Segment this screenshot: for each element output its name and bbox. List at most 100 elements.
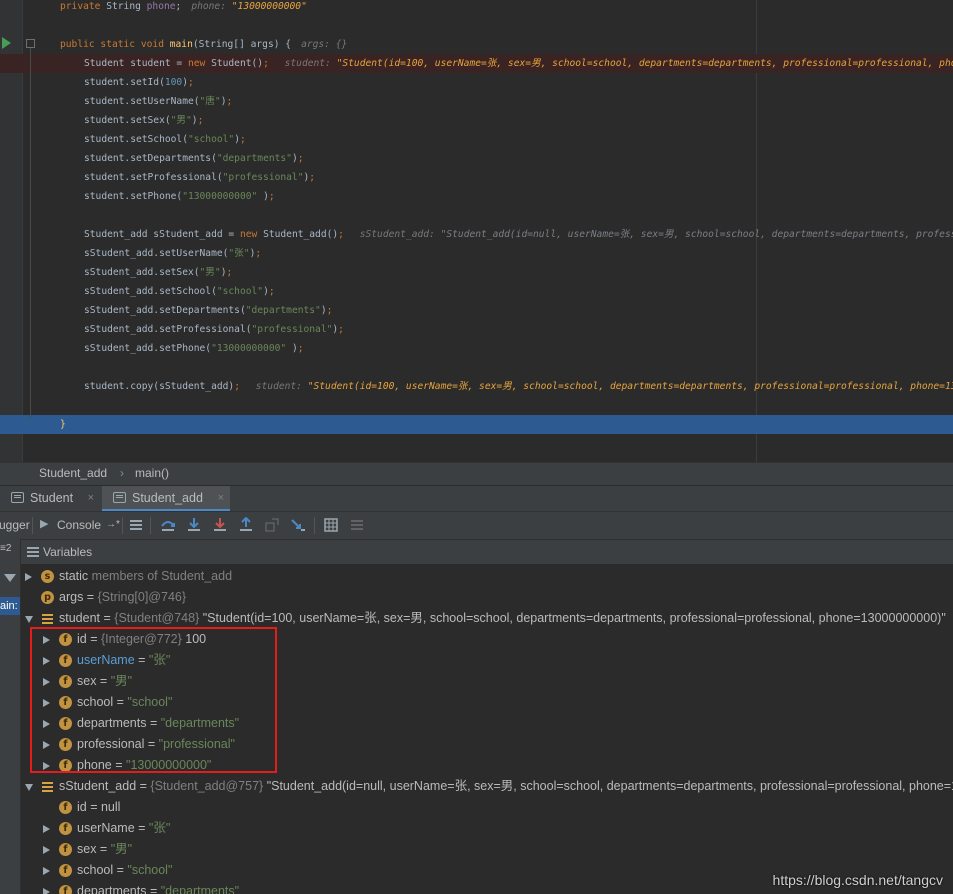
code-line[interactable]: student.setUserName("唐");	[0, 92, 953, 111]
expand-chevron-icon[interactable]	[43, 699, 50, 707]
code-line[interactable]: sStudent_add.setSex("男");	[0, 263, 953, 282]
variable-row[interactable]: f userName = "张"	[21, 818, 953, 839]
evaluate-expression-icon[interactable]	[323, 517, 339, 533]
code-line[interactable]	[0, 396, 953, 415]
expand-chevron-icon[interactable]	[43, 762, 50, 770]
step-into-icon[interactable]	[186, 517, 202, 533]
variable-row[interactable]: f phone = "13000000000"	[21, 755, 953, 776]
code-token: "13000000000"	[211, 343, 287, 354]
variable-row[interactable]: student = {Student@748} "Student(id=100,…	[21, 608, 953, 629]
console-pin-icon[interactable]: →*	[106, 519, 120, 530]
object-icon	[41, 780, 54, 793]
variable-name: id	[77, 800, 87, 814]
variable-value-part: =	[83, 590, 98, 604]
variable-row[interactable]: f userName = "张"	[21, 650, 953, 671]
variable-value-part: null	[100, 800, 121, 814]
variable-text: userName = "张"	[77, 650, 170, 671]
code-token: ;	[239, 134, 246, 145]
code-line[interactable]	[0, 16, 953, 35]
code-token: student.setId(	[84, 77, 165, 88]
tab-student-add[interactable]: Student_add ×	[102, 486, 230, 512]
close-icon[interactable]: ×	[88, 486, 94, 511]
variable-name: userName	[77, 653, 135, 667]
expand-chevron-icon[interactable]	[43, 825, 50, 833]
debugger-tab[interactable]: ugger	[0, 518, 30, 532]
console-tab[interactable]: Console	[57, 518, 101, 532]
code-token: ;	[309, 172, 316, 183]
run-to-cursor-icon[interactable]	[290, 517, 306, 533]
step-out-icon[interactable]	[238, 517, 254, 533]
variable-row[interactable]: f sex = "男"	[21, 839, 953, 860]
code-token: ;	[263, 58, 275, 69]
breadcrumb-class[interactable]: Student_add	[39, 466, 107, 480]
code-line[interactable]: student.setProfessional("professional");	[0, 168, 953, 187]
variable-row[interactable]: f school = "school"	[21, 692, 953, 713]
expand-chevron-icon[interactable]	[43, 867, 50, 875]
variable-value-part: =	[86, 800, 101, 814]
code-token: "departments"	[245, 305, 321, 316]
code-line[interactable]: private String phone; phone: "13000000000…	[0, 0, 953, 16]
variable-row[interactable]: f departments = "departments"	[21, 713, 953, 734]
variables-tree[interactable]: s static members of Student_add p args = {S…	[21, 564, 953, 894]
code-line[interactable]: student.setId(100);	[0, 73, 953, 92]
expanded-chevron-icon[interactable]	[25, 616, 33, 623]
force-step-into-icon[interactable]	[212, 517, 228, 533]
variable-name: id	[77, 632, 87, 646]
code-text: sStudent_add.setDepartments("departments…	[84, 301, 332, 320]
expand-chevron-icon[interactable]	[25, 573, 32, 581]
step-over-icon[interactable]	[160, 517, 176, 533]
code-line[interactable]	[0, 358, 953, 377]
expand-chevron-icon[interactable]	[43, 678, 50, 686]
code-line[interactable]: sStudent_add.setDepartments("departments…	[0, 301, 953, 320]
variable-value-part: =	[96, 842, 111, 856]
close-icon[interactable]: ×	[218, 486, 224, 511]
field-icon: f	[59, 696, 72, 709]
variable-row[interactable]: f id = {Integer@772} 100	[21, 629, 953, 650]
variable-row[interactable]: f professional = "professional"	[21, 734, 953, 755]
code-line[interactable]: Student student = new Student(); student…	[0, 54, 953, 73]
code-line[interactable]: sStudent_add.setProfessional("profession…	[0, 320, 953, 339]
variable-row[interactable]: s static members of Student_add	[21, 566, 953, 587]
toolbar-separator	[32, 517, 33, 534]
code-editor[interactable]: private String phone; phone: "13000000000…	[0, 0, 953, 462]
code-line[interactable]: student.setDepartments("departments");	[0, 149, 953, 168]
code-token: )	[286, 343, 298, 354]
expand-chevron-icon[interactable]	[43, 846, 50, 854]
expand-chevron-icon[interactable]	[43, 741, 50, 749]
toolbar-separator	[150, 517, 151, 534]
variable-row[interactable]: sStudent_add = {Student_add@757} "Studen…	[21, 776, 953, 797]
code-line[interactable]: student.setSex("男");	[0, 111, 953, 130]
watermark: https://blog.csdn.net/tangcv	[772, 872, 943, 888]
expand-chevron-icon[interactable]	[43, 636, 50, 644]
expand-chevron-icon[interactable]	[43, 720, 50, 728]
code-line[interactable]: public static void main(String[] args) {…	[0, 35, 953, 54]
frame-main-selected[interactable]: ain:	[0, 597, 20, 615]
variable-row[interactable]: f id = null	[21, 797, 953, 818]
variable-text: school = "school"	[77, 692, 172, 713]
show-execution-point-icon[interactable]	[128, 517, 144, 533]
code-line[interactable]: sStudent_add.setPhone("13000000000" );	[0, 339, 953, 358]
code-line[interactable]: sStudent_add.setSchool("school");	[0, 282, 953, 301]
variable-row[interactable]: p args = {String[0]@746}	[21, 587, 953, 608]
code-line[interactable]: sStudent_add.setUserName("张");	[0, 244, 953, 263]
debug-session-icon	[113, 492, 126, 503]
trace-stream-icon[interactable]	[349, 517, 365, 533]
breadcrumb-method[interactable]: main()	[135, 466, 169, 480]
code-line[interactable]: }	[0, 415, 953, 434]
code-line[interactable]: student.setPhone("13000000000" );	[0, 187, 953, 206]
code-line[interactable]: Student_add sStudent_add = new Student_a…	[0, 225, 953, 244]
code-line[interactable]	[0, 206, 953, 225]
expand-chevron-icon[interactable]	[43, 888, 50, 894]
variable-name: sex	[77, 674, 97, 688]
variable-value-part: members of Student_add	[88, 569, 233, 583]
filter-icon[interactable]	[4, 574, 16, 582]
expanded-chevron-icon[interactable]	[25, 784, 33, 791]
tab-student[interactable]: Student ×	[0, 486, 100, 512]
drop-frame-icon[interactable]	[264, 517, 280, 533]
code-text: sStudent_add.setSchool("school");	[84, 282, 275, 301]
code-line[interactable]: student.copy(sStudent_add); student: "St…	[0, 377, 953, 396]
code-line[interactable]: student.setSchool("school");	[0, 130, 953, 149]
expand-chevron-icon[interactable]	[43, 657, 50, 665]
variable-value-part: {Student_add@757}	[150, 779, 267, 793]
variable-row[interactable]: f sex = "男"	[21, 671, 953, 692]
